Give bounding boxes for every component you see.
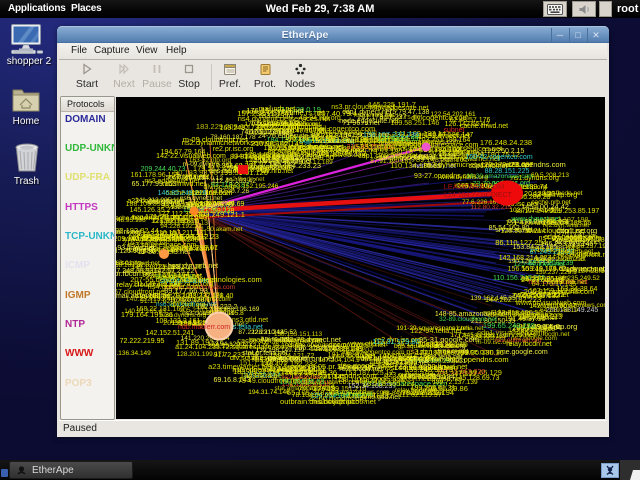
svg-text:outbrain.dns.bciyqmpcb6.net: outbrain.dns.bciyqmpcb6.net [280,397,377,406]
svg-text:L24.104.77.rrCDIECT: L24.104.77.rrCDIECT [444,192,512,199]
svg-text:142.57.25.22: 142.57.25.22 [154,268,195,275]
svg-text:122-94.telia.net: 122-94.telia.net [410,326,463,335]
svg-text:199.209.61.31: 199.209.61.31 [411,385,456,392]
svg-text:71-96.rs.net: 71-96.rs.net [342,120,379,127]
svg-text:65.71.218.239: 65.71.218.239 [529,260,574,267]
svg-text:re2.akam.net: re2.akam.net [282,374,320,381]
svg-text:api.rs.net: api.rs.net [261,336,290,343]
svg-text:207-55.deploy.akamaitechnologi: 207-55.deploy.akamaitechnologies.com [130,275,262,284]
svg-text:stat.isc.org: stat.isc.org [116,258,141,267]
svg-text:62.205.225.123: 62.205.225.123 [289,382,335,389]
svg-text:62.48.57.176: 62.48.57.176 [450,117,491,124]
svg-text:cache.fbcdn.net: cache.fbcdn.net [116,215,158,222]
svg-text:bgp.squarespace.com: bgp.squarespace.com [394,343,458,350]
svg-text:node.sc.fbcdn.net: node.sc.fbcdn.net [373,376,428,383]
svg-text:103.208.247.127: 103.208.247.127 [421,369,477,378]
svg-text:163.107.178.177: 163.107.178.177 [566,237,605,244]
svg-text:192.168.0.2: 192.168.0.2 [192,190,229,197]
svg-text:ns3.edgesuite.net: ns3.edgesuite.net [144,178,199,185]
svg-text:mail.nrb.net: mail.nrb.net [259,106,296,113]
svg-text:subnet: subnet [443,127,464,134]
svg-text:a1.24.104.233.72.squarespace.c: a1.24.104.233.72.squarespace.com [175,344,287,351]
svg-text:69.5.208.213: 69.5.208.213 [531,172,569,179]
svg-text:97.136.34.149: 97.136.34.149 [116,350,151,357]
svg-text:181.161.8.75: 181.161.8.75 [328,352,369,359]
svg-text:64.219.48.19: 64.219.48.19 [540,307,578,314]
svg-text:171-50.akam.net: 171-50.akam.net [194,226,243,233]
svg-text:87.222.231.243: 87.222.231.243 [238,329,284,336]
svg-text:127.93.61.99: 127.93.61.99 [378,136,419,143]
svg-text:ns2.dynamicnetworkservices.net: ns2.dynamicnetworkservices.net [182,138,291,147]
svg-text:ns3.dynamicnetworkservices.net: ns3.dynamicnetworkservices.net [424,160,533,169]
svg-text:ns4.dynamicnetservices.net: ns4.dynamicnetservices.net [238,114,331,123]
svg-text:145.100.24.42: 145.100.24.42 [521,202,569,211]
svg-text:199.65.240.235: 199.65.240.235 [483,321,535,330]
svg-text:dns.gtld.net: dns.gtld.net [148,199,184,206]
svg-text:189.58.251.146: 189.58.251.146 [391,120,440,127]
svg-text:69.26.176.222: 69.26.176.222 [520,292,565,299]
svg-text:184-85.rs.net: 184-85.rs.net [240,371,285,380]
svg-text:78.125.95.131: 78.125.95.131 [116,248,154,255]
svg-text:ns3.pr.cloudfront.net: ns3.pr.cloudfront.net [331,104,394,111]
svg-text:ndb.mablerr.com: ndb.mablerr.com [178,324,230,331]
svg-text:72.222.219.95: 72.222.219.95 [120,338,165,345]
svg-text:86.217.251.15: 86.217.251.15 [521,274,569,283]
svg-text:156.204.188.65: 156.204.188.65 [543,220,592,227]
svg-text:ns3.gtld.net: ns3.gtld.net [232,317,268,324]
svg-text:90.118.162.123: 90.118.162.123 [288,136,336,143]
svg-text:73.53.130.13: 73.53.130.13 [369,147,413,156]
svg-text:194.31.74.146: 194.31.74.146 [248,389,290,396]
svg-text:edge.dyn.telia.net: edge.dyn.telia.net [143,233,195,240]
svg-text:cache.llnwd.net: cache.llnwd.net [460,123,508,130]
svg-text:cdp1.isc.org: cdp1.isc.org [557,226,597,235]
svg-text:time.google.com: time.google.com [496,349,548,356]
svg-text:74.106.177.143: 74.106.177.143 [241,129,290,136]
svg-text:ns2.fbcdn.net: ns2.fbcdn.net [225,176,264,183]
svg-text:www.dyndns.org: www.dyndns.org [439,174,488,181]
svg-text:88.28.151.225: 88.28.151.225 [485,168,530,175]
svg-text:www-15-05.pr.1.fbcdn.net: www-15-05.pr.1.fbcdn.net [287,362,374,371]
svg-text:142-22.visualweb.com: 142-22.visualweb.com [156,153,226,160]
svg-text:re2.pr.isc.org: re2.pr.isc.org [213,146,254,153]
svg-text:163.152.195.246: 163.152.195.246 [230,183,279,190]
svg-text:LEASEWEB.COM: LEASEWEB.COM [444,182,505,191]
svg-text:114.10.99.213: 114.10.99.213 [518,314,562,321]
svg-text:142.152.51.241: 142.152.51.241 [146,330,195,337]
svg-text:85.54.162.80: 85.54.162.80 [489,225,530,232]
svg-text:dlv.sfint.org: dlv.sfint.org [170,302,205,309]
svg-text:199.249.121.1: 199.249.121.1 [197,210,245,219]
svg-text:stat.fbcdn.net: stat.fbcdn.net [543,190,582,197]
svg-text:re2.cloudfront.net: re2.cloudfront.net [558,252,605,259]
svg-text:ns2.outbrain.org: ns2.outbrain.org [243,153,294,160]
